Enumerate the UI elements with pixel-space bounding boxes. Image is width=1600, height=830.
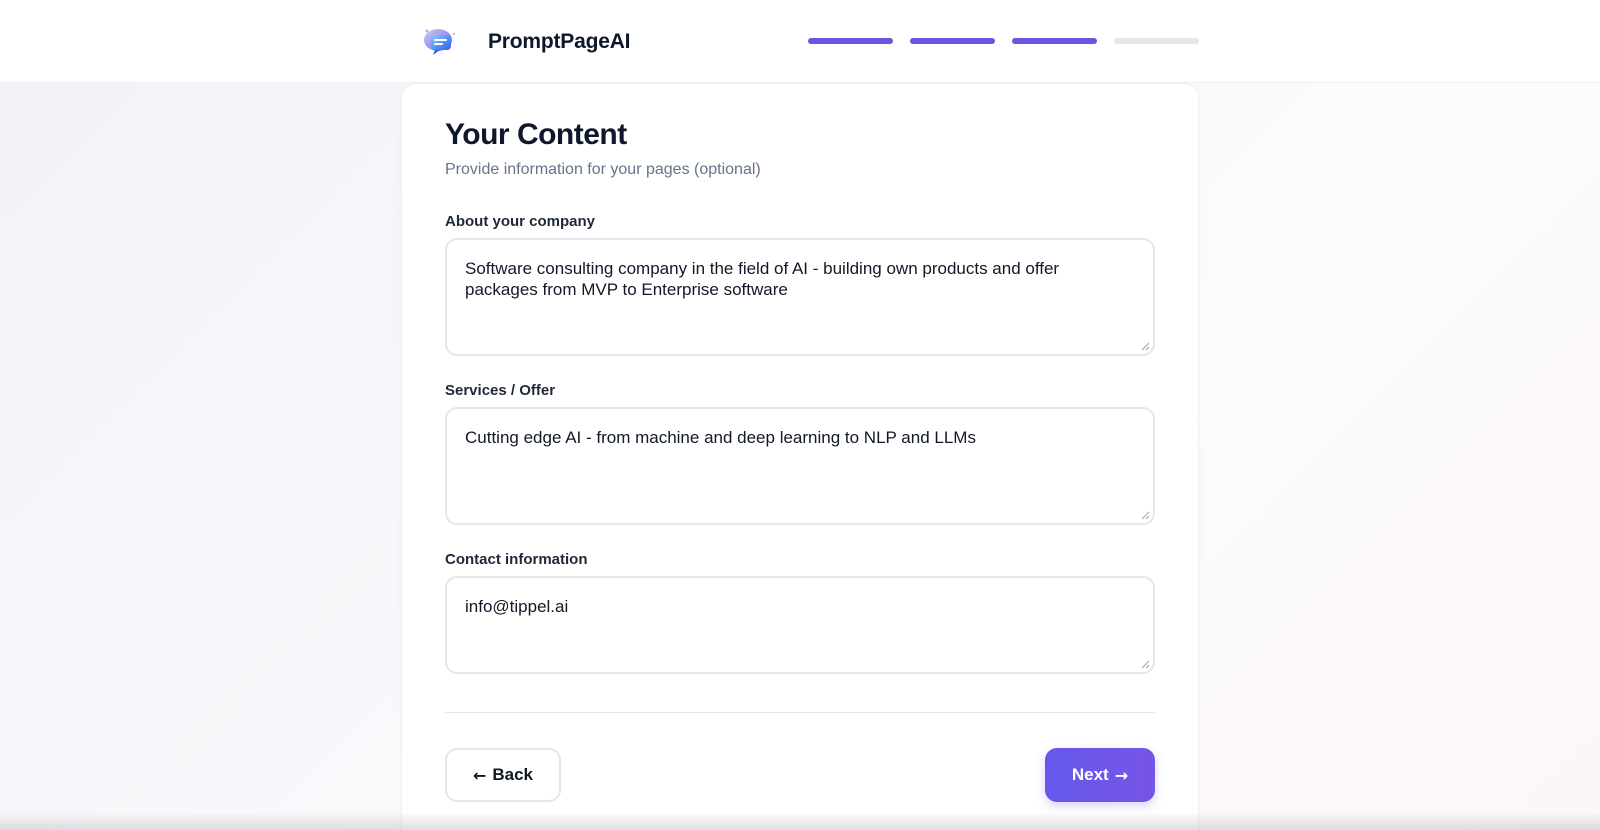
contact-info-value: info@tippel.ai	[465, 597, 569, 616]
resize-handle-icon[interactable]	[1141, 660, 1150, 669]
brand[interactable]: PromptPageAI	[420, 22, 630, 62]
next-button[interactable]: Next →	[1045, 748, 1155, 802]
about-company-label: About your company	[445, 213, 596, 230]
next-button-label: Next	[1071, 765, 1109, 784]
arrow-right-icon: →	[1114, 765, 1129, 785]
chat-bubbles-logo-icon	[420, 22, 460, 62]
progress-steps	[808, 38, 1199, 44]
window-bottom-shadow	[0, 812, 1600, 830]
arrow-left-icon: ←	[472, 765, 487, 785]
progress-step-3	[1012, 38, 1097, 44]
page-title: Your Content	[445, 118, 627, 151]
services-offer-value: Cutting edge AI - from machine and deep …	[465, 428, 976, 447]
back-button-label: Back	[492, 765, 534, 784]
resize-handle-icon[interactable]	[1141, 511, 1150, 520]
about-company-value: Software consulting company in the field…	[465, 259, 1060, 299]
services-offer-label: Services / Offer	[445, 382, 556, 399]
page-subtitle: Provide information for your pages (opti…	[445, 161, 761, 178]
brand-name: PromptPageAI	[488, 30, 631, 53]
progress-step-4	[1114, 38, 1199, 44]
progress-step-2	[910, 38, 995, 44]
contact-info-label: Contact information	[445, 551, 588, 568]
content-card: Your Content Provide information for you…	[402, 84, 1198, 830]
services-offer-textarea[interactable]: Cutting edge AI - from machine and deep …	[445, 407, 1155, 525]
contact-info-textarea[interactable]: info@tippel.ai	[445, 576, 1155, 674]
about-company-textarea[interactable]: Software consulting company in the field…	[445, 238, 1155, 356]
progress-step-1	[808, 38, 893, 44]
top-bar: PromptPageAI	[0, 0, 1600, 83]
divider	[445, 712, 1155, 713]
resize-handle-icon[interactable]	[1141, 342, 1150, 351]
back-button[interactable]: ← Back	[445, 748, 561, 802]
